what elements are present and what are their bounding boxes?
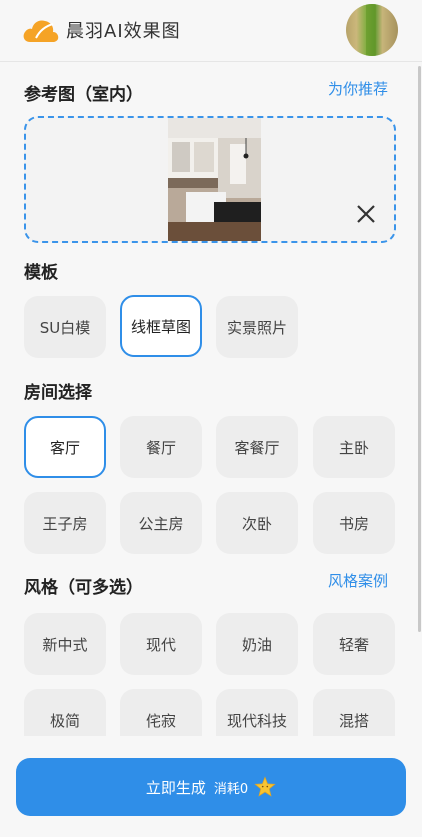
room-option-boys-room[interactable]: 王子房	[24, 492, 106, 554]
user-avatar[interactable]	[346, 4, 398, 56]
reference-upload-area[interactable]	[24, 116, 396, 243]
style-section-title: 风格（可多选）	[24, 578, 143, 598]
app-header: 晨羽AI效果图	[0, 0, 422, 62]
style-option-light-luxury[interactable]: 轻奢	[313, 613, 395, 675]
cost-label: 消耗0	[213, 781, 249, 797]
room-option-master-bedroom[interactable]: 主卧	[313, 416, 395, 478]
scrollbar-thumb[interactable]	[418, 66, 421, 632]
room-option-dining[interactable]: 餐厅	[120, 416, 202, 478]
recommend-link[interactable]: 为你推荐	[328, 78, 388, 99]
style-option-modern[interactable]: 现代	[120, 613, 202, 675]
close-icon[interactable]	[354, 202, 378, 226]
template-option-photo[interactable]: 实景照片	[216, 296, 298, 358]
reference-section-title: 参考图（室内）	[24, 85, 143, 105]
room-option-living-dining[interactable]: 客餐厅	[216, 416, 298, 478]
app-title: 晨羽AI效果图	[66, 21, 181, 42]
room-option-girls-room[interactable]: 公主房	[120, 492, 202, 554]
template-option-wireframe[interactable]: 线框草图	[120, 295, 202, 357]
room-section-title: 房间选择	[24, 383, 92, 403]
generate-button[interactable]: 立即生成 消耗0	[16, 758, 406, 816]
room-option-living[interactable]: 客厅	[24, 416, 106, 478]
template-option-su[interactable]: SU白模	[24, 296, 106, 358]
template-section-title: 模板	[24, 263, 58, 283]
style-option-cream[interactable]: 奶油	[216, 613, 298, 675]
style-option-new-chinese[interactable]: 新中式	[24, 613, 106, 675]
room-option-study[interactable]: 书房	[313, 492, 395, 554]
cloud-logo-icon	[23, 20, 59, 42]
room-option-second-bedroom[interactable]: 次卧	[216, 492, 298, 554]
reference-image	[168, 118, 261, 241]
generate-label: 立即生成	[145, 778, 206, 797]
star-icon	[254, 776, 276, 797]
style-cases-link[interactable]: 风格案例	[328, 570, 388, 591]
